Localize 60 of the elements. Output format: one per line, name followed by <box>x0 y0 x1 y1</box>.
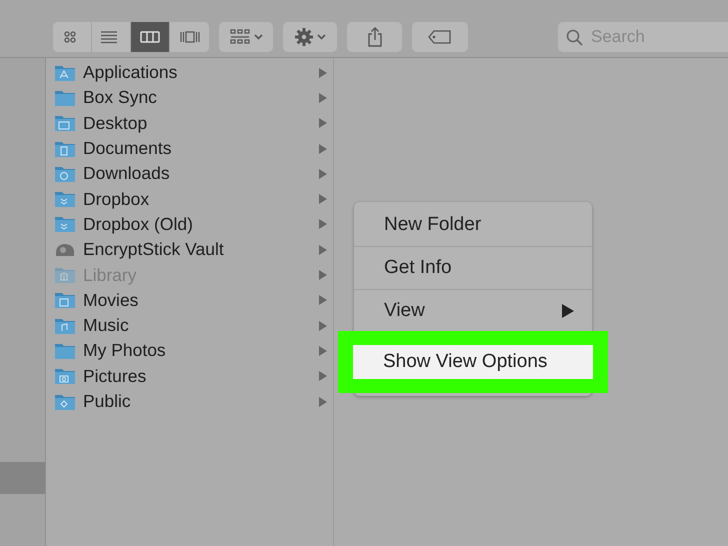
chevron-icon <box>318 118 327 128</box>
tag-button[interactable] <box>412 22 468 52</box>
share-icon <box>366 26 382 46</box>
view-button[interactable] <box>131 22 170 52</box>
folder-icon <box>54 64 76 82</box>
menu-item[interactable]: Show View Options <box>338 331 608 393</box>
folder-icon <box>54 114 76 132</box>
chevron-icon <box>318 295 327 306</box>
chevron-icon <box>318 270 327 280</box>
file-row[interactable]: Desktop <box>46 110 333 136</box>
folder-icon <box>54 140 76 158</box>
grid-icon <box>230 28 250 44</box>
caret-icon <box>254 34 262 40</box>
folder-icon <box>54 291 76 310</box>
chevron-icon <box>318 68 327 78</box>
file-row[interactable]: Documents <box>46 136 333 162</box>
folder-icon <box>54 367 76 386</box>
chevron-icon <box>318 92 327 103</box>
folder-icon <box>54 266 76 284</box>
cover-flow-icon <box>180 28 200 44</box>
action-button[interactable] <box>283 22 337 52</box>
folder-icon <box>54 215 76 234</box>
file-row[interactable]: Dropbox <box>46 186 333 212</box>
menu-item[interactable]: Get Info <box>354 248 592 288</box>
submenu-arrow-icon <box>562 304 574 318</box>
folder-icon <box>54 164 76 183</box>
folder-icon <box>54 392 76 410</box>
share-button[interactable] <box>347 22 402 52</box>
file-row[interactable]: EncryptStick Vault <box>46 237 333 262</box>
file-row[interactable]: Music <box>46 312 333 338</box>
file-row[interactable]: Public <box>46 388 333 414</box>
view-button[interactable] <box>53 22 92 52</box>
chevron-icon <box>318 244 327 255</box>
file-row[interactable]: Downloads <box>46 161 333 186</box>
chevron-icon <box>318 320 327 331</box>
file-row[interactable]: My Photos <box>46 338 333 364</box>
chevron-icon <box>318 144 327 154</box>
folder-icon <box>54 88 76 107</box>
file-row[interactable]: Box Sync <box>46 85 333 111</box>
column-view-icon <box>140 28 160 44</box>
file-row[interactable]: Movies <box>46 288 333 313</box>
menu-item[interactable]: View <box>354 291 592 331</box>
file-row[interactable]: Applications <box>46 60 333 86</box>
search-icon <box>566 28 583 46</box>
chevron-icon <box>318 346 327 356</box>
folder-icon <box>54 316 76 335</box>
gear-icon <box>294 28 312 46</box>
menu-item[interactable]: New Folder <box>354 205 592 245</box>
file-row[interactable]: Dropbox (Old) <box>46 212 333 238</box>
file-row[interactable]: Pictures <box>46 364 333 389</box>
caret-icon <box>316 34 326 40</box>
chevron-icon <box>318 371 327 382</box>
folder-icon <box>54 342 76 360</box>
folder-icon <box>54 190 76 208</box>
chevron-icon <box>318 194 327 204</box>
chevron-icon <box>318 396 327 406</box>
chevron-icon <box>318 219 327 230</box>
chevron-icon <box>318 168 327 179</box>
tag-icon <box>428 30 452 44</box>
arrange-button[interactable] <box>219 22 273 52</box>
